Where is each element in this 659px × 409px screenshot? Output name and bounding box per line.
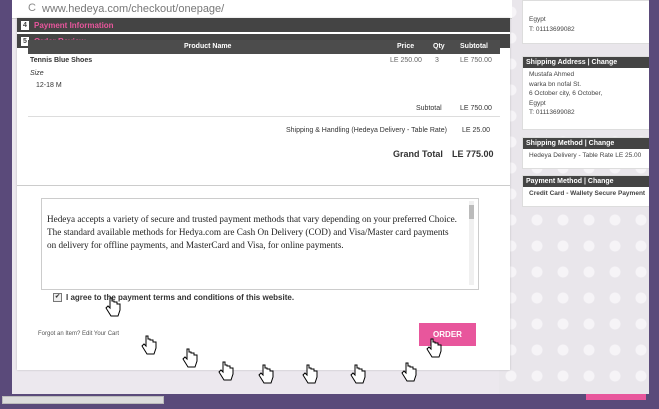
- payment-method-title: Payment Method: [526, 178, 583, 185]
- header-product-name: Product Name: [184, 43, 232, 50]
- address-line: T: 01113699082: [529, 109, 575, 116]
- taskbar-strip: [2, 396, 164, 404]
- hand-cursor-icon: [302, 364, 318, 384]
- header-qty: Qty: [433, 43, 445, 50]
- grand-total-row: Grand Total LE 775.00: [28, 146, 500, 166]
- edit-cart-link[interactable]: Forgot an Item? Edit Your Cart: [38, 331, 119, 337]
- agree-checkbox[interactable]: ✔: [53, 293, 62, 302]
- shipping-method-title: Shipping Method: [526, 140, 583, 147]
- subtotal-label: Subtotal: [416, 105, 442, 112]
- subtotal-value: LE 750.00: [460, 105, 492, 112]
- subtotal-row: Subtotal LE 750.00: [28, 102, 500, 124]
- hand-cursor-icon: [218, 361, 234, 381]
- table-header: Product Name Price Qty Subtotal: [28, 40, 500, 54]
- section-number: 4: [21, 20, 29, 30]
- change-link[interactable]: Change: [589, 140, 615, 147]
- product-qty: 3: [435, 57, 439, 64]
- payment-method-box: Payment Method | Change Credit Card - Wa…: [522, 175, 649, 207]
- shipping-address-box: Shipping Address | Change Mustafa Ahmed …: [522, 56, 649, 130]
- terms-text: Hedeya accepts a variety of secure and t…: [47, 214, 457, 250]
- address-line: 6 October city, 6 October,: [529, 90, 603, 97]
- section-title: Payment Information: [34, 20, 114, 30]
- separator: |: [583, 178, 586, 185]
- hand-cursor-icon: [105, 297, 121, 317]
- payment-method-header: Payment Method | Change: [523, 176, 649, 187]
- shipping-address-header: Shipping Address | Change: [523, 57, 649, 68]
- option-value: 12-18 M: [36, 82, 62, 89]
- billing-line: T: 01113699082: [529, 25, 575, 33]
- payment-method-value: Credit Card - Wallety Secure Payment: [529, 190, 646, 197]
- shipping-address-title: Shipping Address: [526, 59, 586, 66]
- product-price: LE 250.00: [390, 57, 422, 64]
- checkout-panel: 4 Payment Information 5 Order Review Pro…: [17, 18, 510, 370]
- shipping-method-header: Shipping Method | Change: [523, 138, 649, 149]
- hand-cursor-icon: [426, 338, 442, 358]
- browser-window: C www.hedeya.com/checkout/onepage/ 4 Pay…: [12, 0, 649, 394]
- product-subtotal: LE 750.00: [460, 57, 492, 64]
- scroll-thumb[interactable]: [469, 205, 474, 219]
- reload-icon[interactable]: C: [28, 2, 36, 14]
- grand-total-value: LE 775.00: [452, 149, 494, 159]
- billing-line: Egypt: [529, 16, 546, 23]
- shipping-value: LE 25.00: [462, 127, 491, 134]
- change-link[interactable]: Change: [592, 59, 618, 66]
- order-review-table: Product Name Price Qty Subtotal Tennis B…: [17, 40, 510, 186]
- hand-cursor-icon: [258, 364, 274, 384]
- address-line: Egypt: [529, 99, 546, 107]
- address-line: Mustafa Ahmed: [529, 71, 575, 78]
- header-price: Price: [397, 43, 415, 50]
- address-line: warka bn nofal St.: [529, 80, 582, 88]
- shipping-method-box: Shipping Method | Change Hedeya Delivery…: [522, 137, 649, 169]
- shipping-row: Shipping & Handling (Hedeya Delivery - T…: [28, 124, 500, 146]
- divider: [17, 185, 510, 186]
- agree-terms[interactable]: ✔ I agree to the payment terms and condi…: [53, 293, 294, 302]
- separator: |: [587, 59, 590, 66]
- separator: |: [584, 140, 587, 147]
- hand-cursor-icon: [141, 335, 157, 355]
- address-bar[interactable]: C www.hedeya.com/checkout/onepage/: [12, 0, 512, 19]
- hand-cursor-icon: [401, 362, 417, 382]
- shipping-label: Shipping & Handling (Hedeya Delivery - T…: [286, 127, 447, 134]
- terms-scrollbar[interactable]: [469, 201, 474, 285]
- billing-address-box: Egypt T: 01113699082: [522, 0, 649, 44]
- hand-cursor-icon: [350, 364, 366, 384]
- shipping-method-value: Hedeya Delivery - Table Rate LE 25.00: [529, 152, 642, 159]
- option-label: Size: [30, 70, 44, 77]
- pink-strip: [586, 394, 646, 400]
- hand-cursor-icon: [182, 348, 198, 368]
- product-name: Tennis Blue Shoes: [30, 57, 93, 64]
- grand-total-label: Grand Total: [393, 149, 443, 159]
- agree-label: I agree to the payment terms and conditi…: [66, 293, 295, 302]
- payment-terms-box[interactable]: Hedeya accepts a variety of secure and t…: [41, 198, 479, 290]
- url-text[interactable]: www.hedeya.com/checkout/onepage/: [42, 3, 224, 15]
- section-payment-information[interactable]: 4 Payment Information: [17, 18, 510, 32]
- change-link[interactable]: Change: [588, 178, 614, 185]
- table-row: Tennis Blue Shoes LE 250.00 3 LE 750.00 …: [28, 54, 500, 94]
- header-subtotal: Subtotal: [460, 43, 488, 50]
